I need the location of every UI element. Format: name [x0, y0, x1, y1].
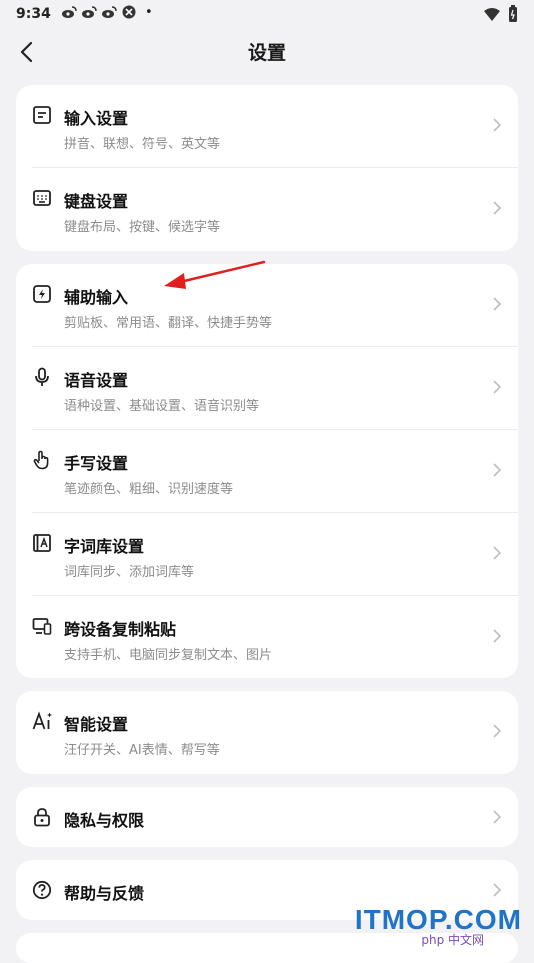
- item-title: 跨设备复制粘贴: [64, 620, 177, 639]
- list-item-smart-settings[interactable]: 智能设置 汪仔开关、AI表情、帮写等: [16, 691, 518, 774]
- list-item-privacy[interactable]: 隐私与权限: [16, 787, 518, 847]
- list-item-keyboard-settings[interactable]: 键盘设置 键盘布局、按键、候选字等: [16, 168, 518, 251]
- chevron-right-icon: [492, 296, 502, 312]
- list-item-cross-device[interactable]: 跨设备复制粘贴 支持手机、电脑同步复制文本、图片: [16, 596, 518, 679]
- item-title: 手写设置: [64, 454, 129, 473]
- item-subtitle: 汪仔开关、AI表情、帮写等: [64, 743, 220, 758]
- item-subtitle: 语种设置、基础设置、语音识别等: [64, 399, 260, 414]
- weibo-icon: [101, 5, 117, 23]
- item-subtitle: 支持手机、电脑同步复制文本、图片: [64, 648, 273, 663]
- status-bar: 9:34 •: [0, 0, 534, 28]
- annotation-arrow: [164, 260, 266, 289]
- item-subtitle: 剪贴板、常用语、翻译、快捷手势等: [64, 316, 273, 331]
- list-item-voice-settings[interactable]: 语音设置 语种设置、基础设置、语音识别等: [16, 347, 518, 430]
- page-title: 设置: [247, 42, 286, 64]
- chevron-right-icon: [492, 723, 502, 739]
- notification-icons: •: [61, 5, 157, 23]
- hand-icon: [32, 450, 52, 470]
- dictionary-icon: [32, 533, 52, 553]
- watermark-subtext: php 中文网: [421, 933, 484, 947]
- item-title: 语音设置: [64, 371, 129, 390]
- settings-group-features: 辅助输入 剪贴板、常用语、翻译、快捷手势等 语音设置 语种设置、基础设置、语音识…: [16, 264, 518, 678]
- item-title: 隐私与权限: [64, 811, 145, 830]
- item-title: 键盘设置: [64, 192, 129, 211]
- item-title: 辅助输入: [64, 288, 129, 307]
- item-subtitle: 笔迹颜色、粗细、识别速度等: [64, 482, 234, 497]
- chevron-right-icon: [492, 628, 502, 644]
- item-title: 输入设置: [64, 109, 129, 128]
- ai-icon: [32, 711, 52, 731]
- app-icon: [121, 5, 137, 23]
- help-icon: [32, 880, 52, 900]
- devices-icon: [32, 616, 52, 636]
- lock-icon: [32, 807, 52, 827]
- status-time: 9:34: [16, 6, 51, 22]
- list-item-handwriting-settings[interactable]: 手写设置 笔迹颜色、粗细、识别速度等: [16, 430, 518, 513]
- weibo-icon: [81, 5, 97, 23]
- item-subtitle: 键盘布局、按键、候选字等: [64, 220, 221, 235]
- settings-group-input: 输入设置 拼音、联想、符号、英文等 键盘设置 键盘布局、按键、候选字等: [16, 85, 518, 251]
- wifi-icon: [484, 7, 500, 25]
- input-settings-icon: [32, 105, 52, 125]
- microphone-icon: [32, 367, 52, 387]
- list-item-input-settings[interactable]: 输入设置 拼音、联想、符号、英文等: [16, 85, 518, 168]
- weibo-icon: [61, 5, 77, 23]
- chevron-right-icon: [492, 545, 502, 561]
- list-item-dictionary-settings[interactable]: 字词库设置 词库同步、添加词库等: [16, 513, 518, 596]
- settings-group-smart: 智能设置 汪仔开关、AI表情、帮写等: [16, 691, 518, 774]
- item-title: 字词库设置: [64, 537, 145, 556]
- keyboard-icon: [32, 188, 52, 208]
- item-title: 智能设置: [64, 715, 129, 734]
- chevron-right-icon: [492, 809, 502, 825]
- app-header: 设置: [0, 28, 534, 74]
- chevron-right-icon: [492, 379, 502, 395]
- item-subtitle: 拼音、联想、符号、英文等: [64, 137, 221, 152]
- chevron-right-icon: [492, 462, 502, 478]
- battery-icon: [508, 5, 518, 27]
- item-title: 帮助与反馈: [64, 884, 145, 903]
- dot-icon: •: [144, 5, 153, 20]
- item-subtitle: 词库同步、添加词库等: [64, 565, 195, 580]
- chevron-right-icon: [492, 117, 502, 133]
- settings-group-privacy: 隐私与权限: [16, 787, 518, 847]
- assist-input-icon: [32, 284, 52, 304]
- chevron-right-icon: [492, 200, 502, 216]
- chevron-right-icon: [492, 882, 502, 898]
